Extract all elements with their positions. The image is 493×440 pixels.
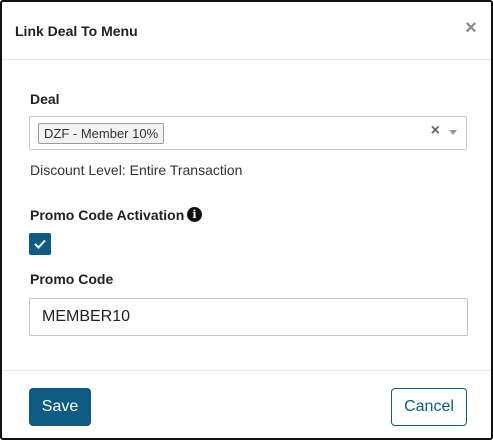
promo-activation-label: Promo Code Activation [30, 207, 185, 223]
deal-select[interactable]: DZF - Member 10% × [29, 116, 467, 150]
cancel-button[interactable]: Cancel [391, 388, 467, 426]
selected-deal-chip: DZF - Member 10% [38, 123, 165, 144]
info-icon[interactable]: i [187, 207, 202, 222]
chevron-down-icon[interactable] [449, 130, 457, 135]
discount-level-text: Discount Level: Entire Transaction [30, 162, 243, 178]
checkmark-icon [34, 239, 46, 249]
promo-activation-checkbox[interactable] [29, 233, 51, 255]
modal-title: Link Deal To Menu [15, 23, 138, 39]
promo-code-input[interactable] [29, 298, 468, 336]
promo-code-label: Promo Code [30, 271, 114, 287]
close-icon[interactable]: × [463, 18, 479, 38]
save-button[interactable]: Save [29, 388, 91, 426]
link-deal-modal: Link Deal To Menu × Deal DZF - Member 10… [0, 0, 493, 440]
deal-label: Deal [30, 91, 60, 107]
modal-footer: Save Cancel [2, 370, 491, 438]
clear-icon[interactable]: × [431, 122, 440, 140]
modal-header: Link Deal To Menu × [2, 2, 491, 60]
